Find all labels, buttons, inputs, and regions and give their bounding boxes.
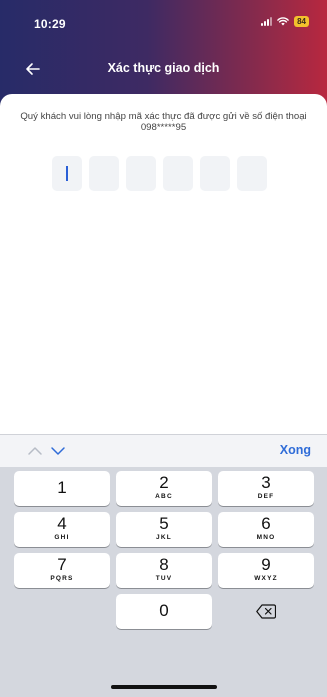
- content-sheet: Quý khách vui lòng nhập mã xác thực đã đ…: [0, 94, 327, 434]
- done-button[interactable]: Xong: [280, 443, 311, 457]
- otp-input-group[interactable]: [52, 156, 267, 191]
- key-4[interactable]: 4 GHI: [14, 512, 110, 547]
- delete-key[interactable]: [218, 594, 314, 629]
- key-1[interactable]: 1: [14, 471, 110, 506]
- otp-digit-field[interactable]: [237, 156, 267, 191]
- key-digit: 2: [159, 473, 169, 492]
- phone-screen: 10:29 84 Xác thực giao dịch Quý khách vu…: [0, 0, 327, 697]
- header: 10:29 84 Xác thực giao dịch: [0, 0, 327, 105]
- text-cursor: [66, 166, 68, 181]
- signal-bars-icon: [261, 17, 273, 26]
- key-letters: MNO: [256, 534, 276, 541]
- key-letters: JKL: [156, 534, 172, 541]
- key-7[interactable]: 7 PQRS: [14, 553, 110, 588]
- keyboard-toolbar: Xong: [0, 434, 327, 467]
- numeric-keyboard: Xong 1 2 ABC 3 DEF 4 GHI 5 JKL 6 MNO 7 P…: [0, 434, 327, 697]
- page-title: Xác thực giao dịch: [107, 61, 220, 75]
- key-digit: 5: [159, 514, 169, 533]
- home-indicator[interactable]: [111, 685, 217, 689]
- key-6[interactable]: 6 MNO: [218, 512, 314, 547]
- battery-badge: 84: [294, 16, 309, 27]
- key-letters: DEF: [257, 493, 275, 500]
- key-digit: 0: [159, 601, 169, 620]
- key-0[interactable]: 0: [116, 594, 212, 629]
- otp-digit-field[interactable]: [163, 156, 193, 191]
- status-time: 10:29: [34, 17, 66, 31]
- key-9[interactable]: 9 WXYZ: [218, 553, 314, 588]
- key-letters: ABC: [155, 493, 173, 500]
- key-letters: GHI: [54, 534, 70, 541]
- otp-digit-field[interactable]: [200, 156, 230, 191]
- key-digit: 7: [57, 555, 67, 574]
- key-letters: WXYZ: [254, 575, 278, 582]
- chevron-up-icon[interactable]: [27, 444, 43, 456]
- key-letters: TUV: [155, 575, 173, 582]
- chevron-down-icon[interactable]: [50, 444, 66, 456]
- otp-digit-field[interactable]: [126, 156, 156, 191]
- otp-digit-field[interactable]: [52, 156, 82, 191]
- otp-instruction: Quý khách vui lòng nhập mã xác thực đã đ…: [20, 111, 307, 133]
- otp-digit-field[interactable]: [89, 156, 119, 191]
- key-digit: 1: [57, 478, 67, 497]
- key-digit: 4: [57, 514, 67, 533]
- key-8[interactable]: 8 TUV: [116, 553, 212, 588]
- status-icons: 84: [261, 16, 309, 27]
- navbar: Xác thực giao dịch: [0, 48, 327, 88]
- key-digit: 9: [261, 555, 271, 574]
- wifi-icon: [277, 17, 289, 26]
- key-letters: PQRS: [50, 575, 74, 582]
- key-3[interactable]: 3 DEF: [218, 471, 314, 506]
- key-digit: 3: [261, 473, 271, 492]
- key-2[interactable]: 2 ABC: [116, 471, 212, 506]
- status-bar: 10:29 84: [0, 0, 327, 44]
- key-digit: 8: [159, 555, 169, 574]
- key-5[interactable]: 5 JKL: [116, 512, 212, 547]
- backspace-icon: [256, 604, 277, 624]
- key-digit: 6: [261, 514, 271, 533]
